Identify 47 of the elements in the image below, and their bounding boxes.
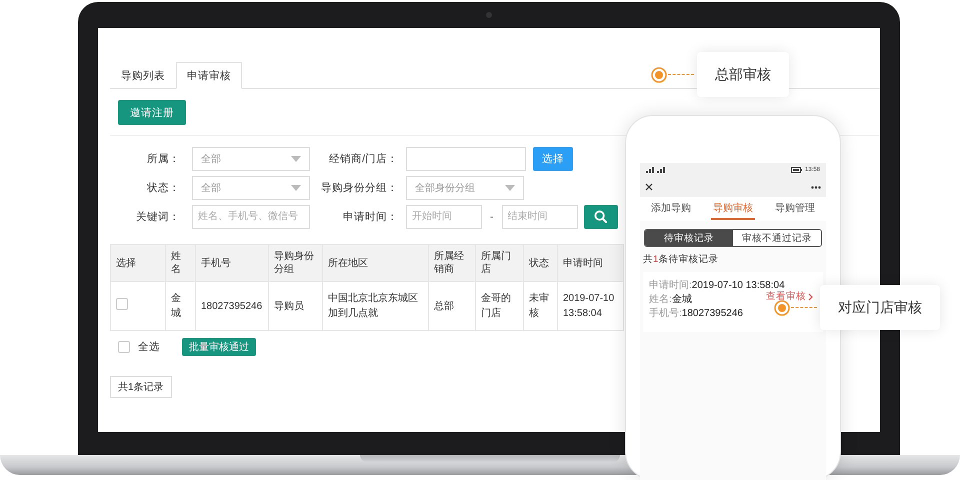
column-header: 申请时间 [558, 244, 624, 282]
filter-label: 经销商/门店： [328, 152, 399, 166]
tab[interactable]: 导购列表 [110, 62, 176, 89]
record-field: 姓名:金城 [649, 293, 692, 307]
column-header: 导购身份分组 [268, 244, 322, 282]
table-cell: 2019-07-10 13:58:04 [558, 282, 624, 330]
invite-button[interactable]: 邀请注册 [118, 100, 186, 125]
choose-button[interactable]: 选择 [533, 146, 573, 170]
table-cell: 18027395246 [196, 282, 268, 330]
record-field: 手机号:18027395246 [649, 307, 743, 321]
select-all-label: 全选 [138, 340, 160, 354]
column-header: 所属门店 [476, 244, 524, 282]
select-field[interactable]: 全部 [192, 176, 310, 200]
date-field[interactable]: 结束时间 [502, 204, 578, 228]
column-header: 手机号 [196, 244, 268, 282]
table-cell: 金哥的门店 [476, 282, 524, 330]
column-header: 选择 [110, 244, 166, 282]
filter-label: 所属： [146, 152, 181, 166]
callout-label: 对应门店审核 [820, 285, 940, 330]
callout-label: 总部审核 [697, 52, 789, 97]
tab[interactable]: 添加导购 [649, 198, 693, 220]
table-cell: 金城 [166, 282, 196, 330]
column-header: 所在地区 [322, 244, 428, 282]
table-cell: 总部 [428, 282, 476, 330]
segment-tab[interactable]: 待审核记录 [645, 230, 733, 246]
filter-label: 状态： [146, 180, 181, 194]
table-cell: 未审核 [524, 282, 558, 330]
date-field[interactable]: 开始时间 [406, 204, 482, 228]
range-separator: - [490, 210, 494, 222]
filter-label: 导购身份分组： [320, 180, 399, 194]
table-cell: 导购员 [268, 282, 322, 330]
record-count: 共1条记录 [110, 376, 172, 398]
segment-tab[interactable]: 审核不通过记录 [733, 230, 821, 246]
select-field[interactable]: 全部 [192, 146, 310, 170]
filter-label: 申请时间： [342, 210, 399, 224]
select-field[interactable]: 全部身份分组 [406, 176, 524, 200]
column-header: 所属经销商 [428, 244, 476, 282]
tab[interactable]: 导购管理 [773, 198, 817, 220]
tab[interactable]: 导购审核 [711, 198, 755, 220]
input-field[interactable]: 姓名、手机号、微信号 [192, 204, 310, 228]
filter-label: 关键词： [135, 210, 181, 224]
table-cell: 中国北京北京东城区加到几点就 [322, 282, 428, 330]
record-summary: 共1条待审核记录 [643, 253, 720, 266]
column-header: 姓名 [166, 244, 196, 282]
column-header: 状态 [524, 244, 558, 282]
tab[interactable]: 申请审核 [176, 62, 242, 89]
batch-approve-button[interactable]: 批量审核通过 [182, 338, 256, 356]
